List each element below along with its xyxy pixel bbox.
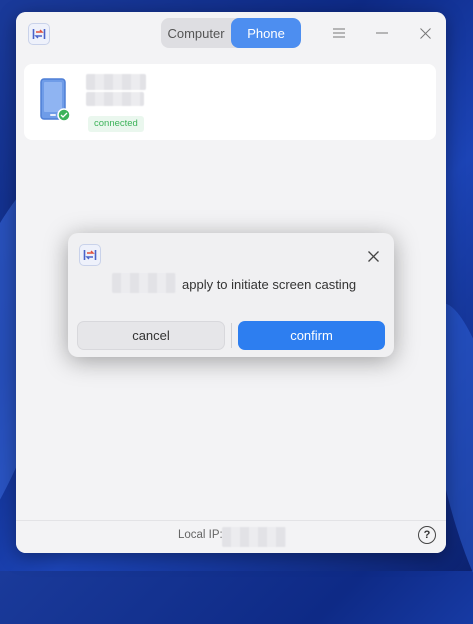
menu-button[interactable]: [328, 22, 350, 44]
phone-icon: [40, 78, 70, 122]
app-swap-icon: [79, 244, 101, 266]
minimize-icon: [376, 32, 388, 34]
tab-phone[interactable]: Phone: [231, 18, 301, 48]
menu-icon: [333, 28, 345, 38]
titlebar: Computer Phone: [16, 12, 446, 58]
device-name-redacted: [86, 74, 146, 90]
mode-switch: Computer Phone: [161, 18, 301, 48]
close-icon: [368, 251, 379, 262]
confirm-button[interactable]: confirm: [238, 321, 385, 350]
status-badge: connected: [88, 116, 144, 132]
tab-computer[interactable]: Computer: [161, 18, 231, 48]
device-card[interactable]: connected: [24, 64, 436, 140]
local-ip-value-redacted: [222, 527, 286, 547]
device-id-redacted: [86, 92, 144, 106]
requester-name-redacted: [112, 273, 176, 293]
help-icon[interactable]: ?: [418, 526, 436, 544]
dialog-close-button[interactable]: [368, 247, 380, 262]
button-divider: [231, 323, 232, 348]
close-icon: [419, 27, 431, 39]
footer: Local IP: ?: [16, 520, 446, 553]
local-ip-label: Local IP:: [178, 529, 223, 541]
cancel-button[interactable]: cancel: [77, 321, 225, 350]
dialog-message: apply to initiate screen casting: [182, 277, 357, 292]
close-button[interactable]: [414, 22, 436, 44]
minimize-button[interactable]: [371, 22, 393, 44]
app-swap-icon: [28, 23, 50, 45]
cast-request-dialog: apply to initiate screen casting cancel …: [68, 233, 394, 357]
